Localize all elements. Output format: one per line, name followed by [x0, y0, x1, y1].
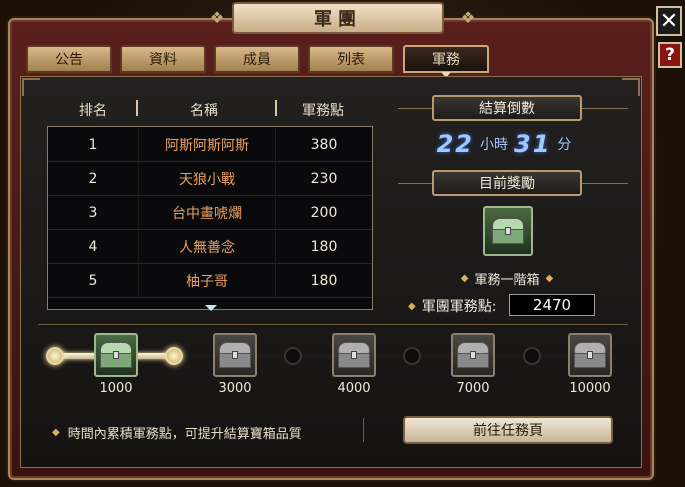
- table-row[interactable]: 3 台中畫唬爛 200: [48, 196, 372, 230]
- hint-message: 時間內累積軍務點，可提升結算寶箱品質: [67, 427, 302, 442]
- points-cell: 230: [310, 171, 338, 187]
- milestone-value: 7000: [456, 381, 490, 396]
- milestone-value: 4000: [337, 381, 371, 396]
- close-button[interactable]: ✕: [656, 6, 682, 36]
- points-cell: 200: [310, 205, 338, 221]
- rank-cell: 3: [88, 205, 98, 221]
- rank-cell: 4: [88, 239, 98, 255]
- diamond-bullet-icon: ◆: [52, 427, 60, 438]
- divider: [38, 324, 628, 325]
- name-cell: 人無善念: [138, 230, 276, 264]
- hint-text: ◆ 時間內累積軍務點，可提升結算寶箱品質: [52, 423, 302, 442]
- close-icon: ✕: [659, 8, 679, 34]
- current-reward-chest[interactable]: [483, 206, 533, 256]
- treasure-chest-icon: [100, 342, 132, 368]
- header-name: 名稱: [190, 103, 218, 119]
- diamond-bullet-icon: ◆: [408, 300, 416, 312]
- corner-ornament: [22, 78, 40, 96]
- minutes-unit: 分: [557, 137, 572, 153]
- rank-cell: 1: [88, 137, 98, 153]
- legion-points-label: ◆ 軍團軍務點:: [408, 296, 496, 316]
- diamond-bullet-icon: ◆: [545, 272, 554, 284]
- legion-points-text: 軍團軍務點:: [421, 299, 497, 315]
- go-to-mission-page-button[interactable]: 前往任務頁: [403, 416, 613, 444]
- milestone-chest-3000[interactable]: [213, 333, 257, 377]
- header-points: 軍務點: [302, 103, 344, 119]
- name-cell: 阿斯阿斯阿斯: [138, 128, 276, 162]
- milestone-chest-4000[interactable]: [332, 333, 376, 377]
- points-cell: 180: [310, 239, 338, 255]
- progress-node: [165, 347, 183, 365]
- name-cell: 柚子哥: [138, 264, 276, 298]
- countdown-label: 結算倒數: [432, 95, 582, 121]
- title-ornament-left-icon: ❖: [209, 8, 225, 27]
- header-rank: 排名: [79, 103, 107, 119]
- tab-announcement[interactable]: 公告: [26, 45, 112, 73]
- treasure-chest-icon: [457, 342, 489, 368]
- header-separator: [275, 100, 277, 116]
- current-reward-label: 目前獎勵: [432, 170, 582, 196]
- progress-node: [284, 347, 302, 365]
- legion-points-value: 2470: [509, 294, 595, 316]
- ranking-table[interactable]: 1 阿斯阿斯阿斯 380 2 天狼小戰 230 3 台中畫唬爛 200 4 人無…: [47, 126, 373, 310]
- tab-info[interactable]: 資料: [120, 45, 206, 73]
- header-separator: [136, 100, 138, 116]
- milestone-value: 3000: [218, 381, 252, 396]
- tab-military-affairs[interactable]: 軍務: [403, 45, 489, 73]
- progress-node: [523, 347, 541, 365]
- treasure-chest-icon: [338, 342, 370, 368]
- diamond-bullet-icon: ◆: [460, 272, 469, 284]
- treasure-chest-icon: [492, 218, 524, 244]
- rank-cell: 2: [88, 171, 98, 187]
- rank-cell: 5: [88, 273, 98, 289]
- hours-unit: 小時: [480, 137, 508, 153]
- title-ornament-right-icon: ❖: [460, 8, 476, 27]
- name-cell: 天狼小戰: [138, 162, 276, 196]
- milestone-chest-7000[interactable]: [451, 333, 495, 377]
- progress-node: [403, 347, 421, 365]
- countdown-timer: 22 小時 31 分: [414, 130, 594, 158]
- reward-name-label: ◆ 軍務一階箱 ◆: [432, 268, 582, 288]
- tab-members[interactable]: 成員: [214, 45, 300, 73]
- tab-list[interactable]: 列表: [308, 45, 394, 73]
- footer-separator: [363, 418, 364, 442]
- table-row[interactable]: 1 阿斯阿斯阿斯 380: [48, 128, 372, 162]
- scroll-down-arrow-icon[interactable]: [205, 305, 217, 311]
- treasure-chest-icon: [574, 342, 606, 368]
- help-icon: ?: [665, 45, 675, 65]
- progress-node: [46, 347, 64, 365]
- points-cell: 180: [310, 273, 338, 289]
- table-row[interactable]: 4 人無善念 180: [48, 230, 372, 264]
- milestone-value: 1000: [99, 381, 133, 396]
- help-button[interactable]: ?: [658, 42, 682, 68]
- milestone-value: 10000: [569, 381, 611, 396]
- countdown-hours: 22: [436, 130, 474, 158]
- table-row[interactable]: 2 天狼小戰 230: [48, 162, 372, 196]
- name-cell: 台中畫唬爛: [138, 196, 276, 230]
- reward-name: 軍務一階箱: [474, 272, 540, 288]
- window-title: 軍團: [232, 2, 444, 34]
- treasure-chest-icon: [219, 342, 251, 368]
- table-row[interactable]: 5 柚子哥 180: [48, 264, 372, 298]
- milestone-chest-1000[interactable]: [94, 333, 138, 377]
- milestone-chest-10000[interactable]: [568, 333, 612, 377]
- countdown-minutes: 31: [514, 130, 552, 158]
- points-cell: 380: [310, 137, 338, 153]
- corner-ornament: [622, 78, 640, 96]
